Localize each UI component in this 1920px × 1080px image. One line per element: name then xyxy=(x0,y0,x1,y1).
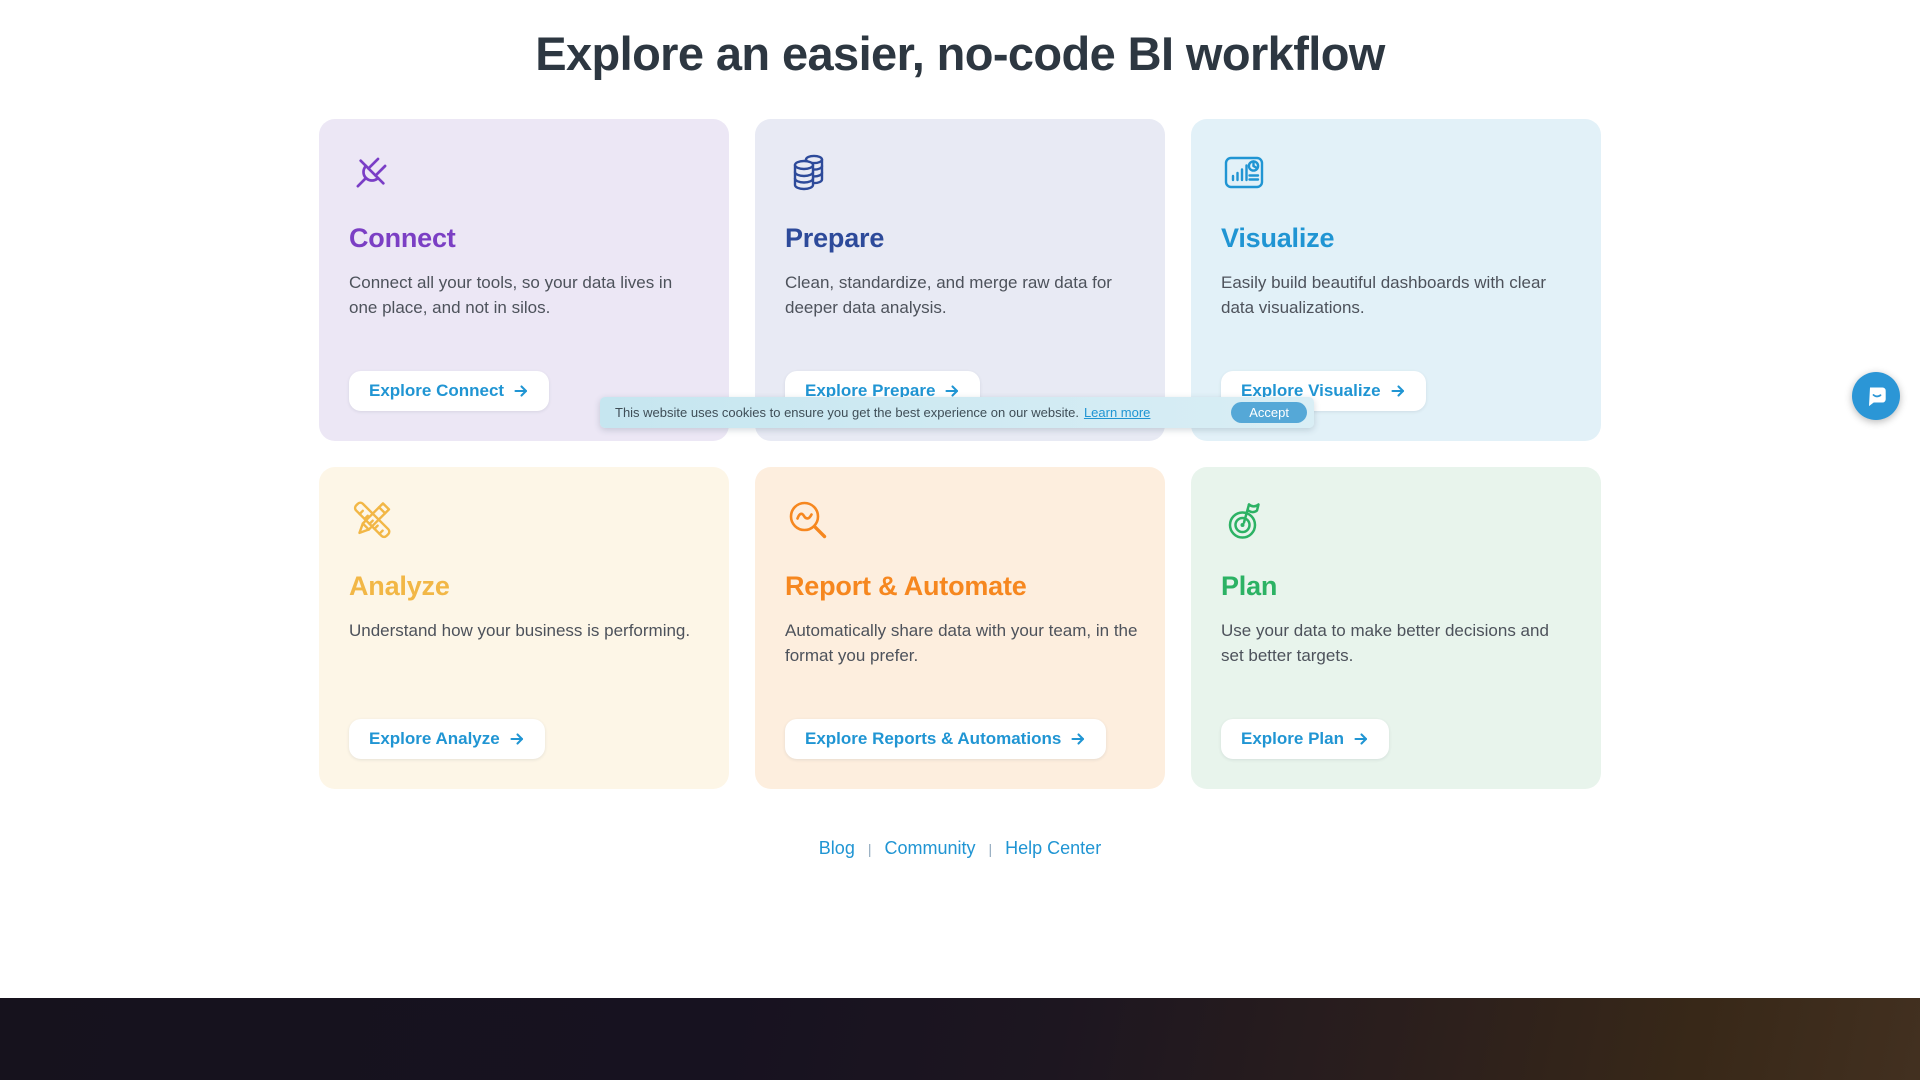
footer-separator: | xyxy=(868,841,872,857)
card-report-automate: Report & Automate Automatically share da… xyxy=(755,467,1165,789)
cookie-banner: This website uses cookies to ensure you … xyxy=(600,397,1314,428)
magnifier-wave-icon xyxy=(785,497,831,543)
card-description: Connect all your tools, so your data liv… xyxy=(349,270,703,320)
card-description: Clean, standardize, and merge raw data f… xyxy=(785,270,1139,320)
dashboard-chart-icon xyxy=(1221,149,1267,195)
arrow-right-icon xyxy=(1390,383,1406,399)
page-title: Explore an easier, no-code BI workflow xyxy=(0,26,1920,81)
card-description: Understand how your business is performi… xyxy=(349,618,690,643)
card-description: Automatically share data with your team,… xyxy=(785,618,1139,668)
button-label: Explore Reports & Automations xyxy=(805,729,1061,749)
explore-plan-button[interactable]: Explore Plan xyxy=(1221,719,1389,759)
footer-link-blog[interactable]: Blog xyxy=(819,838,855,859)
arrow-right-icon xyxy=(1353,731,1369,747)
card-connect: Connect Connect all your tools, so your … xyxy=(319,119,729,441)
footer-links: Blog | Community | Help Center xyxy=(0,838,1920,859)
card-prepare: Prepare Clean, standardize, and merge ra… xyxy=(755,119,1165,441)
landing-page: Explore an easier, no-code BI workflow C… xyxy=(0,0,1920,1080)
card-title: Analyze xyxy=(349,571,450,602)
chat-bubble-icon xyxy=(1863,383,1889,409)
explore-reports-automations-button[interactable]: Explore Reports & Automations xyxy=(785,719,1106,759)
arrow-right-icon xyxy=(513,383,529,399)
chat-widget-button[interactable] xyxy=(1852,372,1900,420)
footer-link-help-center[interactable]: Help Center xyxy=(1005,838,1101,859)
learn-more-link[interactable]: Learn more xyxy=(1084,405,1150,420)
accept-cookies-button[interactable]: Accept xyxy=(1231,402,1307,423)
card-title: Connect xyxy=(349,223,456,254)
card-plan: Plan Use your data to make better decisi… xyxy=(1191,467,1601,789)
card-description: Use your data to make better decisions a… xyxy=(1221,618,1575,668)
card-description: Easily build beautiful dashboards with c… xyxy=(1221,270,1575,320)
arrow-right-icon xyxy=(1070,731,1086,747)
target-flag-icon xyxy=(1221,497,1267,543)
footer-link-community[interactable]: Community xyxy=(884,838,975,859)
cookie-message: This website uses cookies to ensure you … xyxy=(615,405,1079,420)
dark-footer-band xyxy=(0,998,1920,1080)
database-icon xyxy=(785,149,831,195)
workflow-cards-grid: Connect Connect all your tools, so your … xyxy=(319,119,1601,789)
card-title: Visualize xyxy=(1221,223,1334,254)
arrow-right-icon xyxy=(509,731,525,747)
button-label: Explore Connect xyxy=(369,381,504,401)
card-visualize: Visualize Easily build beautiful dashboa… xyxy=(1191,119,1601,441)
footer-separator: | xyxy=(989,841,993,857)
plug-icon xyxy=(349,149,395,195)
pencil-ruler-icon xyxy=(349,497,395,543)
card-title: Report & Automate xyxy=(785,571,1027,602)
explore-connect-button[interactable]: Explore Connect xyxy=(349,371,549,411)
button-label: Explore Plan xyxy=(1241,729,1344,749)
explore-analyze-button[interactable]: Explore Analyze xyxy=(349,719,545,759)
button-label: Explore Analyze xyxy=(369,729,500,749)
card-analyze: Analyze Understand how your business is … xyxy=(319,467,729,789)
card-title: Prepare xyxy=(785,223,884,254)
card-title: Plan xyxy=(1221,571,1277,602)
